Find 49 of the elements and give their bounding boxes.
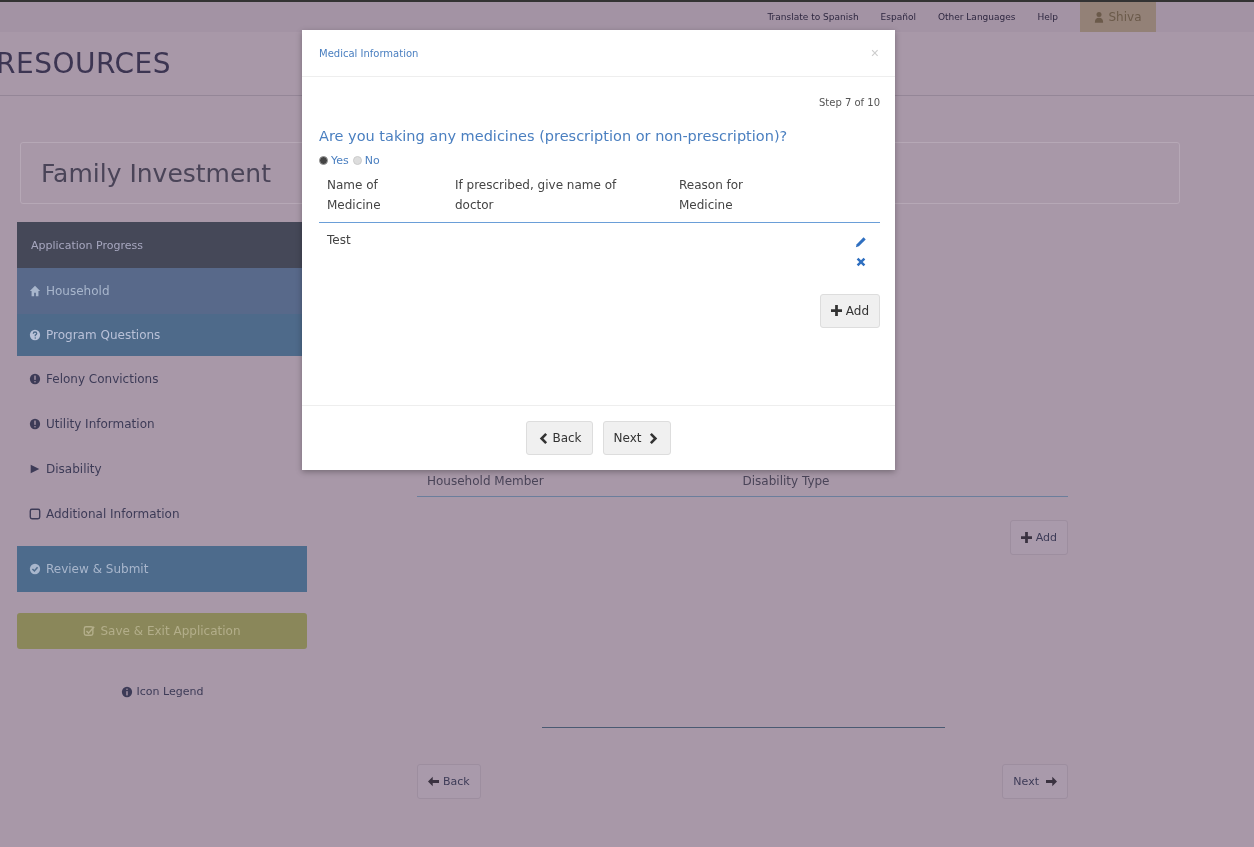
plus-icon [830,305,842,317]
info-icon [120,685,133,698]
plus-icon [1020,532,1032,543]
play-icon [29,462,41,475]
user-icon [1094,11,1105,23]
progress-item[interactable]: Additional Information [17,491,307,536]
radio-option[interactable]: No [352,154,380,167]
edit-icon[interactable] [855,235,867,248]
column-header: Reason for Medicine [679,177,745,214]
check-icon [29,563,41,575]
top-link[interactable]: Help [1037,12,1058,22]
dialog-title: Medical Information [319,47,419,59]
alert-icon [29,372,41,385]
question-icon [29,329,41,341]
program-title: Family Investment [41,158,271,188]
next-button[interactable]: Next [602,421,671,455]
arrow-right-icon [1046,776,1057,787]
arrow-left-icon [428,776,439,787]
radio-icon[interactable] [319,156,328,165]
square-icon [29,507,41,520]
add-button[interactable]: Add [819,293,880,328]
alert-icon [29,417,41,430]
table-cell-text: Test [327,232,351,249]
icon-legend-link[interactable]: Icon Legend [120,685,204,698]
top-link[interactable]: Other Languages [937,12,1016,22]
column-header: If prescribed, give name of doctor [455,177,618,214]
progress-title: Application Progress [31,238,143,252]
delete-icon[interactable] [855,255,867,268]
progress-item[interactable]: Review & Submit [17,546,307,592]
next-button[interactable]: Next [1002,764,1068,799]
top-link[interactable]: Español [880,12,916,22]
home-icon [29,285,41,297]
top-link[interactable]: Translate to Spanish [767,12,859,22]
add-button[interactable]: Add [1009,520,1068,555]
radio-icon[interactable] [352,156,362,165]
progress-item[interactable]: Utility Information [17,401,307,446]
chevron-right-icon [648,432,660,444]
radio-option[interactable]: Yes [319,154,349,167]
chevron-left-icon [537,432,549,444]
step-indicator: Step 7 of 10 [818,97,880,108]
question-text: Are you taking any medicines (prescription or non-prescription)? [319,128,789,144]
column-header: Name of Medicine [327,177,382,214]
column-header: Disability Type [742,474,831,488]
back-button[interactable]: Back [526,421,593,455]
progress-item[interactable]: Felony Convictions [17,356,307,401]
checkbox-icon [83,625,96,637]
progress-item[interactable]: Disability [17,446,307,491]
column-header: Household Member [427,474,545,488]
back-button[interactable]: Back [417,764,481,799]
